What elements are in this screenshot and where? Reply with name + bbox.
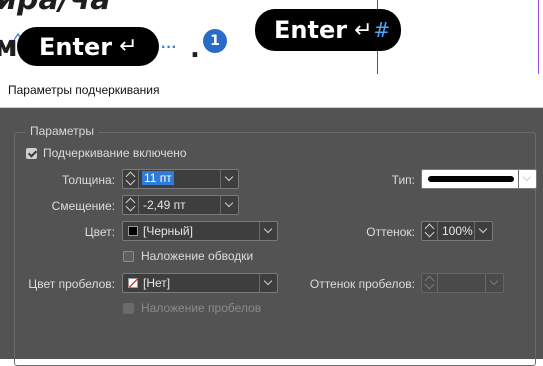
weight-field[interactable]: 11 пт [122, 169, 239, 189]
document-period: . [190, 34, 200, 64]
chevron-down-icon[interactable] [485, 274, 503, 292]
overprint-gap-checkbox[interactable] [123, 303, 134, 314]
enter-token-left-label: Enter [39, 32, 113, 61]
type-select[interactable] [421, 169, 537, 189]
gap-color-value: [Нет] [143, 276, 171, 290]
solid-line-icon [428, 176, 514, 182]
enter-token-left: Enter ↵ [17, 27, 159, 66]
none-swatch-icon [128, 278, 138, 288]
offset-stepper[interactable] [123, 196, 139, 214]
color-swatch [128, 226, 138, 236]
color-value: [Черный] [143, 224, 193, 238]
tint-label: Оттенок: [366, 225, 415, 239]
gap-tint-label: Оттенок пробелов: [309, 277, 415, 291]
enter-token-right: Enter ↵ # [255, 9, 401, 51]
return-arrow-icon: ↵ [354, 17, 373, 43]
overprint-stroke-checkbox[interactable] [123, 251, 134, 262]
options-group [14, 132, 536, 366]
dialog-titlebar[interactable]: Параметры подчеркивания [0, 74, 543, 108]
margin-guide-right [538, 0, 539, 78]
gap-color-label: Цвет пробелов: [28, 277, 115, 291]
document-text-top: ира/ча [0, 0, 111, 17]
page-number-badge: 1 [203, 29, 227, 53]
document-canvas: ира/ча м Enter ↵ ··· . 1 Enter ↵ # [0, 0, 543, 78]
offset-label: Смещение: [51, 199, 115, 213]
tint-stepper[interactable] [422, 222, 438, 240]
chevron-down-icon[interactable] [259, 274, 277, 292]
chevron-down-icon[interactable] [474, 222, 492, 240]
options-group-title: Параметры [26, 124, 98, 138]
space-dots: ··· [161, 39, 177, 56]
return-arrow-icon: ↵ [119, 34, 138, 59]
dialog-title: Параметры подчеркивания [8, 83, 160, 97]
weight-value: 11 пт [142, 171, 174, 185]
weight-label: Толщина: [61, 173, 115, 187]
chevron-down-icon[interactable] [220, 170, 238, 188]
end-of-story-icon: # [373, 18, 391, 42]
underline-on-checkbox[interactable] [26, 148, 37, 159]
underline-on-label: Подчеркивание включено [43, 146, 187, 160]
offset-value: -2,49 пт [143, 198, 186, 212]
chevron-down-icon[interactable] [518, 170, 536, 188]
overprint-gap-label: Наложение пробелов [141, 301, 262, 315]
enter-token-right-label: Enter [274, 16, 348, 44]
type-label: Тип: [391, 173, 415, 187]
gap-tint-field[interactable] [421, 273, 504, 293]
gap-tint-stepper[interactable] [422, 274, 438, 292]
underline-options-dialog: Параметры подчеркивания Параметры Подчер… [0, 74, 543, 366]
chevron-down-icon[interactable] [259, 222, 277, 240]
tint-value: 100% [442, 224, 473, 238]
offset-field[interactable]: -2,49 пт [122, 195, 239, 215]
color-select[interactable]: [Черный] [122, 221, 278, 241]
tint-field[interactable]: 100% [421, 221, 493, 241]
overprint-stroke-label: Наложение обводки [141, 249, 254, 263]
color-label: Цвет: [84, 225, 115, 239]
gap-color-select[interactable]: [Нет] [122, 273, 278, 293]
weight-stepper[interactable] [123, 170, 139, 188]
chevron-down-icon[interactable] [220, 196, 238, 214]
